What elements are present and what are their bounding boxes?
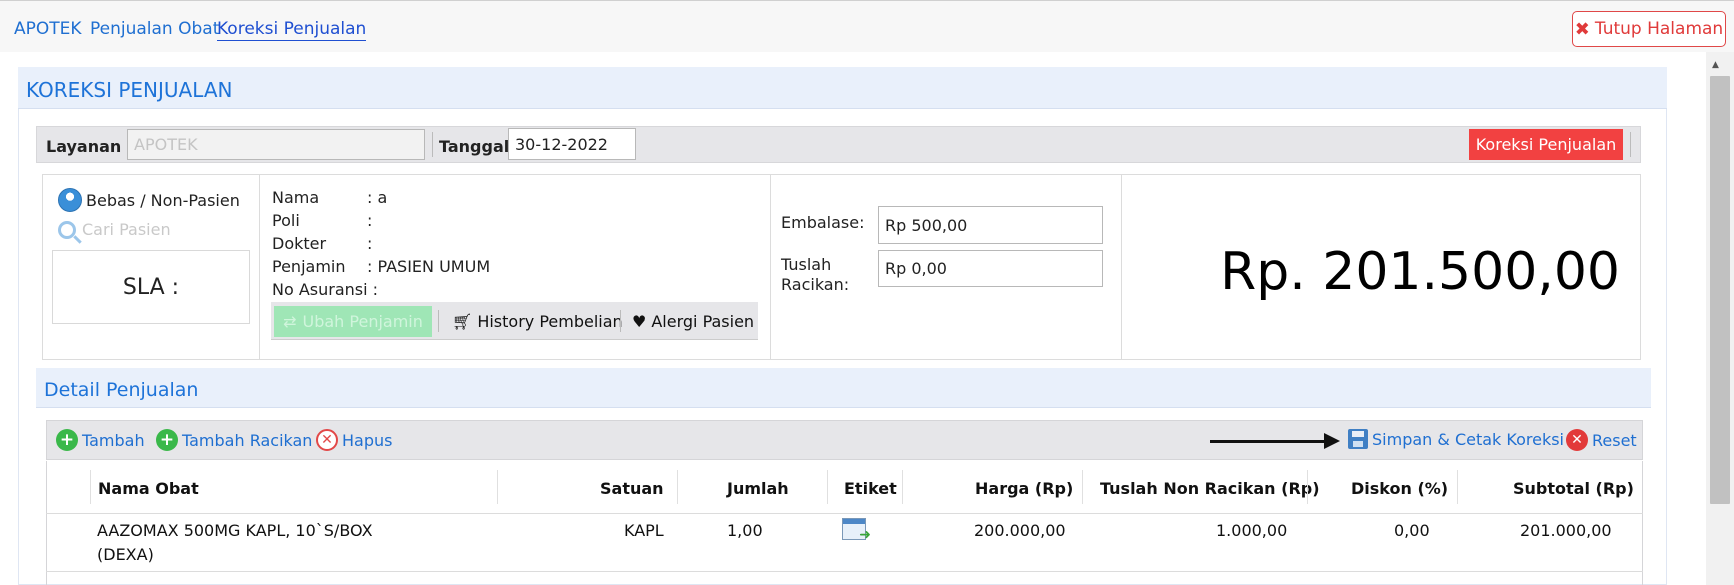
layanan-label: Layanan : bbox=[46, 137, 134, 156]
nama-label: Nama bbox=[272, 188, 320, 207]
sla-box: SLA : bbox=[52, 250, 250, 324]
plus-icon: + bbox=[56, 429, 78, 451]
strip-divider-1 bbox=[438, 310, 439, 332]
info-nama: Nama : a bbox=[272, 188, 387, 207]
info-penjamin: Penjamin : PASIEN UMUM bbox=[272, 257, 490, 276]
detail-header bbox=[36, 368, 1651, 408]
breadcrumb-apotek[interactable]: APOTEK bbox=[14, 19, 82, 39]
row-nama-obat-line1: AAZOMAX 500MG KAPL, 10`S/BOX bbox=[97, 521, 373, 540]
patient-icon bbox=[58, 188, 82, 212]
header-divider bbox=[90, 470, 91, 504]
nama-value: : a bbox=[367, 188, 388, 207]
scroll-up-icon[interactable]: ▲ bbox=[1712, 60, 1719, 70]
heart-pulse-icon: ♥ bbox=[632, 312, 647, 331]
tambah-button[interactable]: + Tambah bbox=[56, 429, 145, 451]
col-subtotal[interactable]: Subtotal (Rp) bbox=[1513, 479, 1634, 498]
col-harga[interactable]: Harga (Rp) bbox=[975, 479, 1073, 498]
print-label-icon[interactable] bbox=[842, 518, 871, 543]
embalase-input[interactable]: Rp 500,00 bbox=[878, 206, 1103, 244]
tuslah-label-line1: Tuslah bbox=[781, 255, 832, 274]
close-page-button[interactable]: ✖ Tutup Halaman bbox=[1572, 11, 1726, 47]
annotation-arrow bbox=[1210, 433, 1340, 449]
header-divider bbox=[827, 470, 828, 504]
layanan-input[interactable]: APOTEK bbox=[127, 129, 425, 160]
simpan-cetak-button[interactable]: Simpan & Cetak Koreksi bbox=[1348, 429, 1564, 449]
detail-title: Detail Penjualan bbox=[44, 379, 199, 401]
embalase-label: Embalase: bbox=[781, 213, 865, 232]
ubah-penjamin-button[interactable]: ⇄ Ubah Penjamin bbox=[274, 306, 432, 337]
row-jumlah: 1,00 bbox=[727, 521, 763, 540]
panel-header bbox=[18, 67, 1667, 109]
col-tuslah[interactable]: Tuslah Non Racikan (Rp) bbox=[1100, 479, 1320, 498]
close-icon: ✖ bbox=[1574, 18, 1590, 40]
reset-label: Reset bbox=[1592, 430, 1637, 450]
tuslah-label-line2: Racikan: bbox=[781, 275, 850, 294]
filter-divider bbox=[432, 132, 433, 157]
header-divider bbox=[497, 470, 498, 504]
dokter-label: Dokter bbox=[272, 234, 327, 253]
simpan-cetak-label: Simpan & Cetak Koreksi bbox=[1372, 429, 1564, 449]
hapus-label: Hapus bbox=[342, 430, 393, 450]
row-satuan: KAPL bbox=[624, 521, 664, 540]
filter-divider-right bbox=[1630, 132, 1631, 157]
dokter-value: : bbox=[367, 234, 373, 253]
info-dokter: Dokter: bbox=[272, 234, 372, 253]
save-icon bbox=[1348, 429, 1368, 449]
header-divider bbox=[902, 470, 903, 504]
row-diskon: 0,00 bbox=[1394, 521, 1430, 540]
header-divider bbox=[1082, 470, 1083, 504]
row-nama-obat-line2: (DEXA) bbox=[97, 545, 154, 564]
tuslah-racikan-input[interactable]: Rp 0,00 bbox=[878, 250, 1103, 287]
close-page-label: Tutup Halaman bbox=[1594, 19, 1724, 39]
alergi-pasien-button[interactable]: ♥ Alergi Pasien bbox=[632, 312, 754, 331]
exchange-icon: ⇄ bbox=[283, 312, 297, 331]
tambah-racikan-button[interactable]: + Tambah Racikan bbox=[156, 429, 312, 451]
koreksi-penjualan-button[interactable]: Koreksi Penjualan bbox=[1469, 129, 1623, 160]
row-subtotal: 201.000,00 bbox=[1520, 521, 1612, 540]
col-nama-obat[interactable]: Nama Obat bbox=[98, 479, 199, 498]
search-icon bbox=[58, 220, 76, 239]
delete-icon: ✕ bbox=[316, 429, 338, 451]
info-asuransi: No Asuransi : bbox=[272, 280, 378, 299]
breadcrumb-penjualan-obat[interactable]: Penjualan Obat bbox=[90, 19, 219, 39]
header-bottom-line bbox=[46, 513, 1643, 514]
row-tuslah: 1.000,00 bbox=[1216, 521, 1288, 540]
page-title: KOREKSI PENJUALAN bbox=[26, 78, 233, 102]
poli-label: Poli bbox=[272, 211, 300, 230]
row-harga: 200.000,00 bbox=[974, 521, 1066, 540]
tambah-racikan-label: Tambah Racikan bbox=[182, 430, 313, 450]
reset-button[interactable]: ✕ Reset bbox=[1566, 429, 1637, 451]
history-pembelian-button[interactable]: 🛒︎ History Pembelian bbox=[452, 312, 623, 331]
hapus-button[interactable]: ✕ Hapus bbox=[316, 429, 392, 451]
col-etiket[interactable]: Etiket bbox=[844, 479, 897, 498]
info-poli: Poli: bbox=[272, 211, 372, 230]
tanggal-input[interactable]: 30-12-2022 bbox=[508, 128, 636, 160]
patient-type-toggle[interactable]: Bebas / Non-Pasien bbox=[58, 188, 240, 212]
row-bottom-line bbox=[46, 571, 1643, 572]
col-diskon[interactable]: Diskon (%) bbox=[1351, 479, 1448, 498]
header-divider bbox=[1457, 470, 1458, 504]
alergi-pasien-label: Alergi Pasien bbox=[651, 312, 755, 331]
ubah-penjamin-label: Ubah Penjamin bbox=[302, 312, 423, 331]
penjamin-value: : PASIEN UMUM bbox=[367, 257, 491, 276]
strip-divider-2 bbox=[620, 310, 621, 332]
asuransi-label: No Asuransi : bbox=[272, 280, 379, 299]
tambah-label: Tambah bbox=[82, 430, 145, 450]
scrollbar-thumb[interactable] bbox=[1710, 76, 1730, 504]
plus-icon: + bbox=[156, 429, 178, 451]
breadcrumb-koreksi-penjualan[interactable]: Koreksi Penjualan bbox=[217, 19, 367, 41]
reset-icon: ✕ bbox=[1566, 429, 1588, 451]
col-jumlah[interactable]: Jumlah bbox=[727, 479, 789, 498]
grand-total: Rp. 201.500,00 bbox=[1220, 242, 1620, 302]
search-patient-label: Cari Pasien bbox=[82, 220, 171, 239]
search-patient-button[interactable]: Cari Pasien bbox=[58, 220, 171, 239]
penjamin-label: Penjamin bbox=[272, 257, 346, 276]
poli-value: : bbox=[367, 211, 373, 230]
cart-icon: 🛒︎ bbox=[452, 312, 473, 331]
col-satuan[interactable]: Satuan bbox=[600, 479, 664, 498]
header-divider bbox=[1307, 470, 1308, 504]
history-pembelian-label: History Pembelian bbox=[477, 312, 623, 331]
patient-type-label: Bebas / Non-Pasien bbox=[86, 190, 240, 210]
header-divider bbox=[677, 470, 678, 504]
